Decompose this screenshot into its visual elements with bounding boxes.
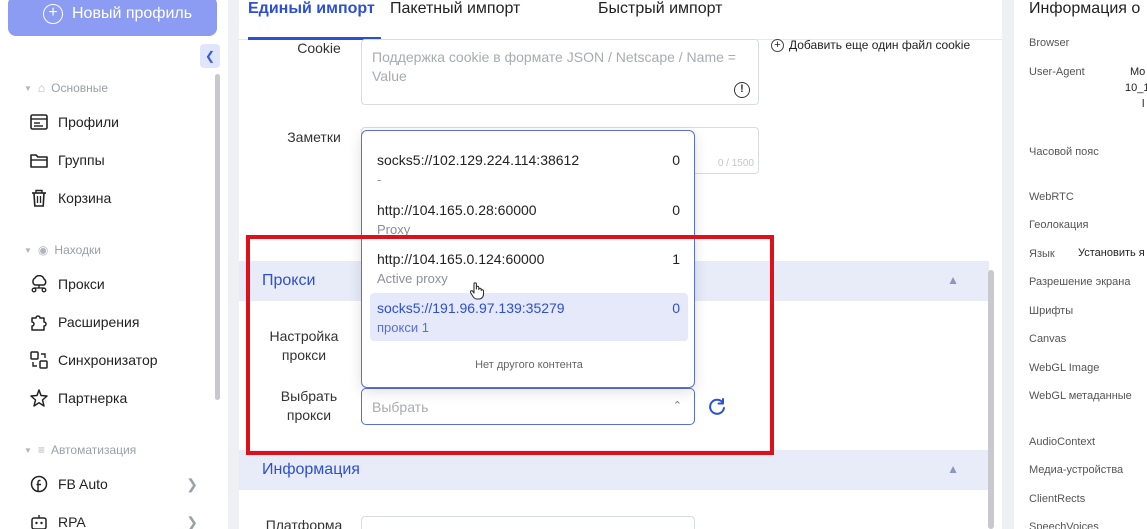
robot-icon [28, 511, 50, 529]
sidebar-item-proxies[interactable]: Прокси [28, 272, 198, 296]
chevron-up-icon[interactable]: ▲ [947, 462, 959, 476]
section-finds[interactable]: ▼ ◉ Находки [24, 243, 101, 257]
sidebar-item-trash[interactable]: Корзина [28, 186, 198, 210]
chevron-right-icon: ❯ [186, 513, 198, 529]
language-label: Язык [1029, 248, 1055, 260]
sidebar-item-label: Группы [58, 152, 105, 168]
plus-circle-icon: + [771, 38, 784, 52]
cookie-placeholder: Поддержка cookie в формате JSON / Netsca… [372, 49, 736, 84]
info-section-header[interactable]: Информация ▲ [239, 450, 989, 490]
automation-icon: ≡ [37, 443, 45, 457]
caret-down-icon: ▼ [24, 83, 32, 93]
caret-down-icon: ▼ [24, 245, 32, 255]
chevron-right-icon: ❯ [186, 475, 198, 492]
sidebar-item-partner[interactable]: Партнерка [28, 386, 198, 410]
sidebar-scrollbar[interactable] [215, 74, 220, 400]
facebook-icon [28, 473, 50, 495]
proxy-option[interactable]: socks5://102.129.224.114:38612 - 0 [370, 145, 688, 193]
client-rects-label: ClientRects [1029, 493, 1086, 505]
sidebar-item-label: FB Auto [58, 476, 108, 492]
section-automation[interactable]: ▼ ≡ Автоматизация [24, 443, 136, 457]
sidebar-item-label: Прокси [58, 276, 105, 292]
main-scrollbar[interactable] [988, 270, 994, 529]
add-cookie-label: Добавить еще один файл cookie [789, 38, 971, 52]
sidebar: + Новый профиль ❮ ▼ ⌂ Основные Профили Г… [0, 0, 228, 529]
add-cookie-file-link[interactable]: + Добавить еще один файл cookie [771, 38, 970, 52]
profiles-icon [28, 111, 50, 133]
user-agent-value-3: l [1142, 98, 1145, 110]
section-finds-label: Находки [54, 243, 101, 257]
speech-voices-label: SpeechVoices [1029, 521, 1099, 529]
sidebar-item-label: Расширения [58, 314, 140, 330]
tab-batch-import[interactable]: Пакетный импорт [390, 0, 520, 18]
sidebar-item-fb-auto[interactable]: FB Auto ❯ [28, 472, 198, 496]
info-icon[interactable]: ! [734, 82, 750, 98]
sidebar-item-groups[interactable]: Группы [28, 148, 198, 172]
sidebar-item-rpa[interactable]: RPA ❯ [28, 510, 198, 529]
proxy-note: - [377, 172, 382, 187]
cookie-label: Cookie [297, 40, 341, 56]
user-agent-label: User-Agent [1029, 66, 1085, 78]
notes-char-counter: 0 / 1500 [717, 158, 754, 169]
canvas-label: Canvas [1029, 333, 1067, 345]
notes-label: Заметки [287, 129, 341, 145]
chevron-up-icon[interactable]: ▲ [947, 273, 959, 287]
new-profile-label: Новый профиль [72, 5, 193, 22]
sidebar-item-label: Синхронизатор [58, 352, 158, 368]
sidebar-item-profiles[interactable]: Профили [28, 110, 198, 134]
timezone-label: Часовой пояс [1029, 146, 1099, 158]
section-main-label: Основные [51, 81, 109, 95]
sidebar-item-sync[interactable]: Синхронизатор [28, 348, 198, 372]
info-section-title: Информация [262, 461, 360, 478]
section-main[interactable]: ▼ ⌂ Основные [24, 81, 108, 95]
webgl-meta-label: WebGL метаданные [1029, 390, 1132, 402]
tab-quick-import[interactable]: Быстрый импорт [598, 0, 722, 18]
platform-label: Платформа [265, 517, 343, 529]
user-agent-value-2: 10_1 [1125, 82, 1147, 94]
sidebar-item-label: RPA [58, 514, 86, 529]
highlight-box [246, 235, 774, 455]
proxy-address: http://104.165.0.28:60000 [377, 202, 537, 218]
sidebar-item-label: Партнерка [58, 390, 128, 406]
folder-icon [28, 149, 50, 171]
collapse-sidebar-button[interactable]: ❮ [200, 44, 220, 68]
tab-single-import[interactable]: Единый импорт [248, 0, 375, 18]
webgl-image-label: WebGL Image [1029, 362, 1100, 374]
section-automation-label: Автоматизация [50, 443, 137, 457]
resolution-label: Разрешение экрана [1029, 276, 1131, 288]
language-value: Установить я [1078, 247, 1145, 259]
sidebar-item-label: Профили [58, 114, 119, 130]
sync-icon [28, 349, 50, 371]
new-profile-button[interactable]: + Новый профиль [8, 0, 217, 36]
compass-icon: ◉ [37, 243, 49, 257]
profile-info-panel: Информация о Browser User-Agent Mo 10_1 … [1014, 0, 1147, 529]
caret-down-icon: ▼ [24, 445, 32, 455]
fonts-label: Шрифты [1029, 305, 1074, 317]
media-devices-label: Медиа-устройства [1029, 464, 1124, 476]
proxy-usage-count: 0 [672, 202, 680, 218]
sidebar-item-extensions[interactable]: Расширения [28, 310, 198, 334]
user-agent-value-1: Mo [1130, 66, 1146, 78]
info-panel-title: Информация о [1029, 0, 1141, 17]
geolocation-label: Геолокация [1029, 219, 1089, 231]
webrtc-label: WebRTC [1029, 191, 1074, 203]
puzzle-icon [28, 311, 50, 333]
proxy-icon [28, 273, 50, 295]
cookie-textarea[interactable]: Поддержка cookie в формате JSON / Netsca… [361, 39, 759, 105]
proxy-usage-count: 0 [672, 152, 680, 168]
browser-label: Browser [1029, 37, 1070, 49]
star-badge-icon [28, 387, 50, 409]
sidebar-item-label: Корзина [58, 190, 112, 206]
trash-icon [28, 187, 50, 209]
audio-context-label: AudioContext [1029, 436, 1096, 448]
plus-icon: + [43, 4, 63, 24]
platform-select[interactable] [361, 516, 695, 529]
import-tabs: Единый импорт Пакетный импорт Быстрый им… [239, 0, 1002, 40]
chevron-left-icon: ❮ [204, 49, 216, 63]
home-icon: ⌂ [37, 81, 46, 95]
proxy-address: socks5://102.129.224.114:38612 [377, 152, 580, 168]
